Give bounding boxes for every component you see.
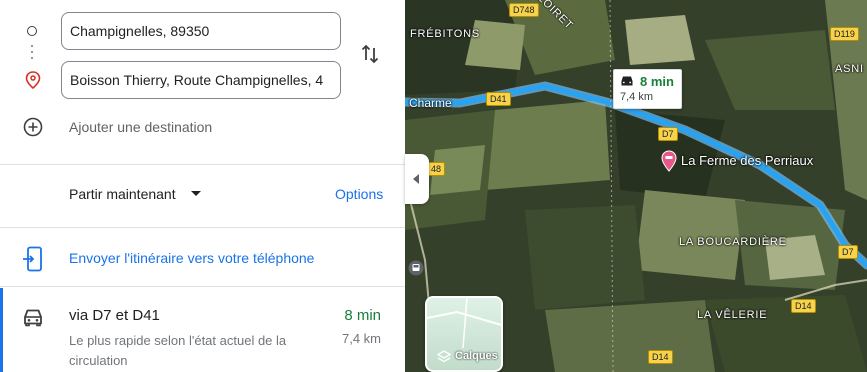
divider bbox=[0, 227, 405, 228]
add-destination-icon[interactable] bbox=[23, 117, 43, 137]
road-shield-d41: D41 bbox=[486, 92, 511, 106]
poi-label[interactable]: La Ferme des Perriaux bbox=[681, 153, 813, 168]
divider bbox=[0, 286, 405, 287]
road-shield-d7: D7 bbox=[658, 127, 678, 141]
directions-panel: Champignelles, 89350 Boisson Thierry, Ro… bbox=[0, 0, 405, 372]
route-via: via D7 et D41 bbox=[69, 307, 160, 324]
layers-button[interactable]: Calques bbox=[425, 296, 503, 372]
transit-icon[interactable] bbox=[408, 260, 424, 276]
map-label-velerie: LA VÊLERIE bbox=[697, 309, 768, 321]
map-label-frebitons: FRÉBITONS bbox=[410, 28, 480, 40]
route-duration: 8 min bbox=[344, 307, 381, 324]
collapse-panel-button[interactable] bbox=[405, 154, 429, 204]
destination-pin-icon bbox=[25, 71, 41, 89]
road-shield-d14: D14 bbox=[648, 350, 673, 364]
route-distance: 7,4 km bbox=[341, 331, 381, 346]
road-shield-d14: D14 bbox=[791, 299, 816, 313]
callout-duration: 8 min bbox=[640, 74, 674, 89]
road-shield-d7: D7 bbox=[838, 245, 858, 259]
origin-circle-icon bbox=[27, 26, 37, 36]
selected-route-indicator bbox=[0, 288, 3, 372]
options-button[interactable]: Options bbox=[335, 186, 383, 202]
poi-pin-icon[interactable] bbox=[661, 150, 677, 172]
layers-icon bbox=[437, 350, 451, 363]
layers-label: Calques bbox=[455, 350, 498, 362]
route-dots-icon bbox=[31, 45, 33, 61]
car-icon bbox=[621, 76, 633, 86]
road-shield-48: 48 bbox=[427, 162, 446, 176]
road-shield-d119: D119 bbox=[830, 27, 859, 41]
route-description: Le plus rapide selon l'état actuel de la… bbox=[69, 333, 287, 368]
caret-down-icon[interactable] bbox=[191, 191, 201, 196]
origin-input[interactable]: Champignelles, 89350 bbox=[61, 12, 341, 50]
road-shield-d748: D748 bbox=[509, 3, 539, 17]
map-label-charme: Charme bbox=[409, 96, 452, 110]
add-destination-button[interactable]: Ajouter une destination bbox=[69, 119, 212, 135]
callout-distance: 7,4 km bbox=[620, 91, 654, 103]
collapse-panel-icon bbox=[413, 174, 419, 184]
route-callout[interactable]: 8 min 7,4 km bbox=[613, 69, 682, 109]
send-to-phone-link[interactable]: Envoyer l'itinéraire vers votre téléphon… bbox=[69, 250, 314, 266]
send-to-phone-icon[interactable] bbox=[22, 246, 44, 272]
depart-time-selector[interactable]: Partir maintenant bbox=[69, 186, 176, 202]
swap-icon[interactable] bbox=[359, 43, 381, 65]
divider bbox=[0, 164, 405, 165]
destination-input[interactable]: Boisson Thierry, Route Champignelles, 4 bbox=[61, 61, 341, 99]
map-label-asni: ASNI bbox=[835, 63, 864, 75]
car-icon bbox=[24, 309, 42, 327]
map-label-boucardiere: LA BOUCARDIÈRE bbox=[679, 236, 787, 248]
layers-thumbnail bbox=[427, 298, 501, 348]
